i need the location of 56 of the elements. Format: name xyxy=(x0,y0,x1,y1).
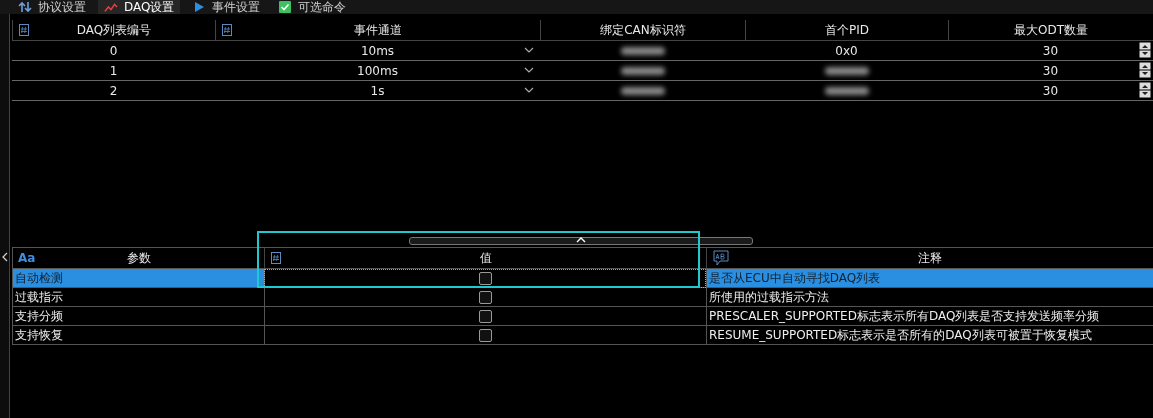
number-spinner[interactable]: 30 xyxy=(948,61,1153,81)
dropdown-field[interactable]: 10ms xyxy=(215,41,540,61)
speech-bubble-icon xyxy=(713,250,729,266)
chevron-down-icon xyxy=(524,87,534,93)
column-title: 参数 xyxy=(126,249,151,267)
table-cell: 0 xyxy=(12,41,215,61)
column-title: 首个PID xyxy=(825,21,869,39)
spin-arrows-icon[interactable] xyxy=(1139,42,1151,58)
column-title: 事件通道 xyxy=(354,21,402,39)
table-cell[interactable]: 过载指示 xyxy=(12,288,264,307)
tab[interactable]: 协议设置 xyxy=(12,0,92,14)
checkbox[interactable] xyxy=(479,309,492,323)
column-title: DAQ列表编号 xyxy=(76,21,152,39)
table-cell: RESUME_SUPPORTED标志表示是否所有的DAQ列表可被置于恢复模式 xyxy=(706,326,1153,345)
spin-arrows-icon[interactable] xyxy=(1139,62,1151,78)
column-header[interactable]: 最大ODT数量 xyxy=(948,20,1153,41)
sort-arrows-icon xyxy=(18,1,32,13)
table-cell[interactable]: 支持恢复 xyxy=(12,326,264,345)
chevron-down-icon xyxy=(524,67,534,73)
table-cell: 所使用的过载指示方法 xyxy=(706,288,1153,307)
tab[interactable]: 事件设置 xyxy=(186,0,267,14)
table-cell: 0x0 xyxy=(745,41,948,61)
table-cell[interactable]: 支持分频 xyxy=(12,307,264,326)
checkbox[interactable] xyxy=(479,328,492,342)
splitter-handle[interactable] xyxy=(409,237,753,245)
column-header[interactable]: 首个PID xyxy=(745,20,948,41)
column-title: 值 xyxy=(479,249,492,267)
spin-arrows-icon[interactable] xyxy=(1139,82,1151,98)
column-header[interactable]: 值 xyxy=(264,248,706,269)
table-cell: 2 xyxy=(12,81,215,101)
chevron-down-icon xyxy=(524,47,534,53)
table-cell: 是否从ECU中自动寻找DAQ列表 xyxy=(706,269,1153,288)
column-header[interactable]: DAQ列表编号 xyxy=(12,20,215,41)
column-title: 注释 xyxy=(918,249,942,267)
number-spinner[interactable]: 30 xyxy=(948,81,1153,101)
text-type-icon: Aa xyxy=(18,251,36,265)
column-header[interactable]: 事件通道 xyxy=(215,20,540,41)
tab[interactable]: DAQ设置 xyxy=(98,0,181,14)
collapse-button[interactable] xyxy=(0,251,9,263)
number-spinner[interactable]: 30 xyxy=(948,41,1153,61)
table-cell: 1 xyxy=(12,61,215,81)
column-title: 绑定CAN标识符 xyxy=(600,21,686,39)
number-type-icon xyxy=(271,252,281,264)
checkbox-icon xyxy=(278,1,293,13)
table-cell[interactable]: 自动检测 xyxy=(12,269,264,288)
checkbox[interactable] xyxy=(479,290,492,304)
dropdown-field[interactable]: 1s xyxy=(215,81,540,101)
table-cell: PRESCALER_SUPPORTED标志表示所有DAQ列表是否支持发送频率分频 xyxy=(706,307,1153,326)
line-chart-icon xyxy=(104,1,118,13)
dropdown-field[interactable]: 100ms xyxy=(215,61,540,81)
number-type-icon xyxy=(19,24,29,36)
checkbox[interactable] xyxy=(479,271,492,285)
column-header[interactable]: 绑定CAN标识符 xyxy=(540,20,745,41)
number-type-icon xyxy=(222,24,232,36)
tab[interactable]: 可选命令 xyxy=(272,0,353,14)
column-title: 最大ODT数量 xyxy=(1014,21,1088,39)
